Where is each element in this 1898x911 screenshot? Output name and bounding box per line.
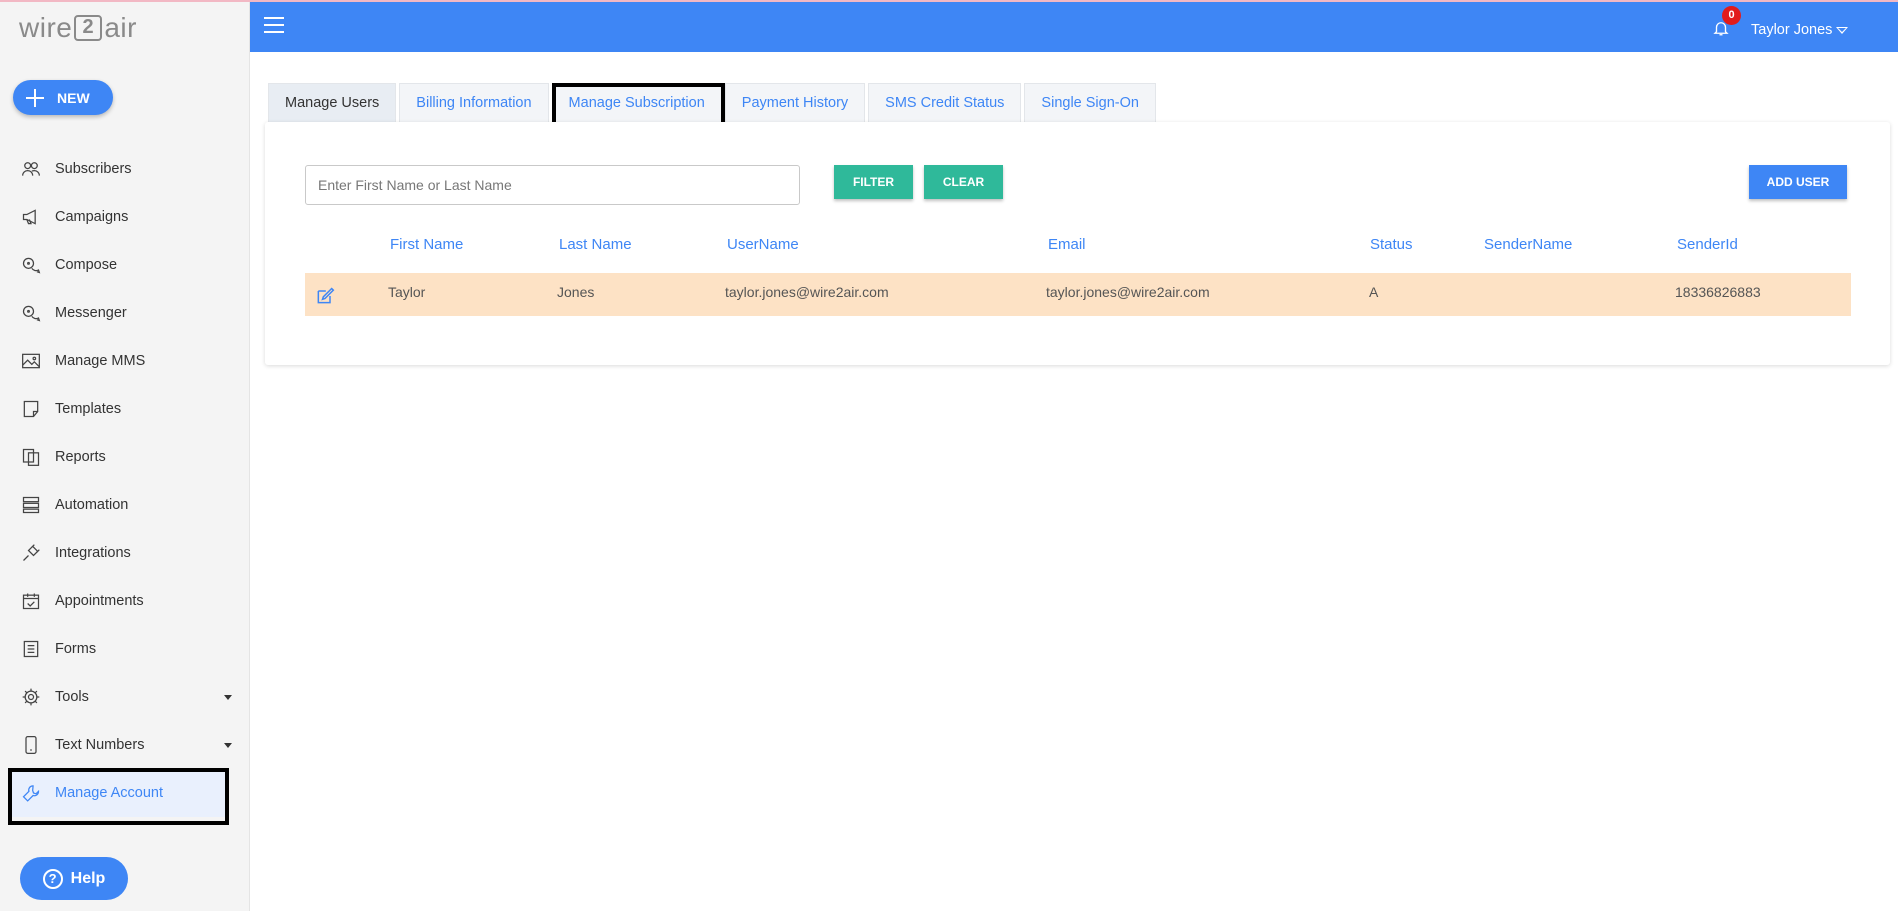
- help-button[interactable]: ? Help: [20, 857, 128, 900]
- sidebar-item-manage-mms[interactable]: Manage MMS: [0, 337, 250, 385]
- sidebar-item-text-numbers[interactable]: Text Numbers: [0, 721, 250, 769]
- sidebar-nav: Subscribers Campaigns Compose Messenger …: [0, 145, 250, 817]
- plus-icon: [25, 88, 45, 108]
- sidebar-item-reports[interactable]: Reports: [0, 433, 250, 481]
- column-header-username[interactable]: UserName: [727, 236, 799, 253]
- name-search-input[interactable]: [305, 165, 800, 205]
- tab-payment-history[interactable]: Payment History: [724, 83, 866, 122]
- user-name: Taylor Jones: [1751, 22, 1833, 38]
- sidebar-item-subscribers[interactable]: Subscribers: [0, 145, 250, 193]
- sidebar-item-label: Campaigns: [55, 209, 129, 225]
- logo-text-left: wire: [19, 12, 73, 43]
- note-icon: [20, 398, 42, 420]
- question-icon: ?: [42, 868, 63, 889]
- tab-sms-credit-status[interactable]: SMS Credit Status: [868, 83, 1022, 122]
- users-icon: [20, 158, 42, 180]
- sidebar-item-label: Appointments: [55, 593, 144, 609]
- sidebar-item-label: Manage MMS: [55, 353, 146, 369]
- column-header-last-name[interactable]: Last Name: [559, 236, 632, 253]
- column-header-status[interactable]: Status: [1370, 236, 1413, 253]
- sidebar-item-label: Compose: [55, 257, 118, 273]
- sidebar: wire 2 air NEW Subscribers Campaigns Com…: [0, 0, 250, 911]
- logo[interactable]: wire 2 air: [19, 10, 137, 46]
- top-rule: [0, 0, 1898, 2]
- sidebar-item-label: Automation: [55, 497, 129, 513]
- phone-icon: [20, 734, 42, 756]
- logo-badge: 2: [74, 15, 103, 41]
- app-root: wire 2 air NEW Subscribers Campaigns Com…: [0, 0, 1898, 911]
- clear-button[interactable]: CLEAR: [924, 165, 1003, 199]
- server-icon: [20, 494, 42, 516]
- sidebar-item-templates[interactable]: Templates: [0, 385, 250, 433]
- filter-button[interactable]: FILTER: [834, 165, 913, 199]
- image-icon: [20, 350, 42, 372]
- hamburger-menu-icon[interactable]: [264, 17, 284, 33]
- new-button-label: NEW: [57, 89, 90, 106]
- help-button-label: Help: [70, 869, 106, 887]
- column-header-sender-name[interactable]: SenderName: [1484, 236, 1572, 253]
- highlight-frame: [8, 768, 229, 825]
- chevron-down-icon[interactable]: [224, 695, 232, 700]
- column-header-first-name[interactable]: First Name: [390, 236, 463, 253]
- new-button[interactable]: NEW: [13, 80, 113, 115]
- edit-icon[interactable]: [315, 286, 335, 306]
- tab-manage-users[interactable]: Manage Users: [268, 83, 397, 122]
- sidebar-item-label: Text Numbers: [55, 737, 145, 753]
- tab-billing-information[interactable]: Billing Information: [399, 83, 549, 122]
- cell-status: A: [1369, 284, 1379, 300]
- sidebar-item-automation[interactable]: Automation: [0, 481, 250, 529]
- gear-icon: [20, 686, 42, 708]
- sidebar-item-label: Forms: [55, 641, 97, 657]
- sidebar-item-label: Templates: [55, 401, 122, 417]
- cell-first-name: Taylor: [388, 284, 426, 300]
- column-header-sender-id[interactable]: SenderId: [1677, 236, 1738, 253]
- chat-bubbles-icon: [20, 302, 42, 324]
- sidebar-item-label: Messenger: [55, 305, 127, 321]
- copy-icon: [20, 446, 42, 468]
- chevron-down-icon[interactable]: [224, 743, 232, 748]
- cell-last-name: Jones: [557, 284, 595, 300]
- sidebar-item-tools[interactable]: Tools: [0, 673, 250, 721]
- sidebar-item-label: Tools: [55, 689, 89, 705]
- megaphone-icon: [20, 206, 42, 228]
- plug-icon: [20, 542, 42, 564]
- chevron-down-icon: [1836, 26, 1849, 34]
- cell-username: taylor.jones@wire2air.com: [725, 284, 889, 300]
- column-header-email[interactable]: Email: [1048, 236, 1086, 253]
- tab-single-sign-on[interactable]: Single Sign-On: [1024, 83, 1156, 122]
- sidebar-item-compose[interactable]: Compose: [0, 241, 250, 289]
- cell-email: taylor.jones@wire2air.com: [1046, 284, 1210, 300]
- sidebar-item-forms[interactable]: Forms: [0, 625, 250, 673]
- add-user-button[interactable]: ADD USER: [1749, 165, 1847, 199]
- chat-bubbles-icon: [20, 254, 42, 276]
- cell-sender-id: 18336826883: [1675, 284, 1761, 300]
- calendar-check-icon: [20, 590, 42, 612]
- top-bar: 0 Taylor Jones: [250, 2, 1898, 52]
- sidebar-item-appointments[interactable]: Appointments: [0, 577, 250, 625]
- logo-text-right: air: [104, 12, 137, 43]
- sidebar-item-campaigns[interactable]: Campaigns: [0, 193, 250, 241]
- notification-badge: 0: [1722, 6, 1741, 25]
- sidebar-item-label: Subscribers: [55, 161, 132, 177]
- sidebar-item-label: Integrations: [55, 545, 131, 561]
- sidebar-item-messenger[interactable]: Messenger: [0, 289, 250, 337]
- user-menu[interactable]: Taylor Jones: [1751, 22, 1849, 38]
- form-icon: [20, 638, 42, 660]
- sidebar-item-integrations[interactable]: Integrations: [0, 529, 250, 577]
- sidebar-item-label: Reports: [55, 449, 106, 465]
